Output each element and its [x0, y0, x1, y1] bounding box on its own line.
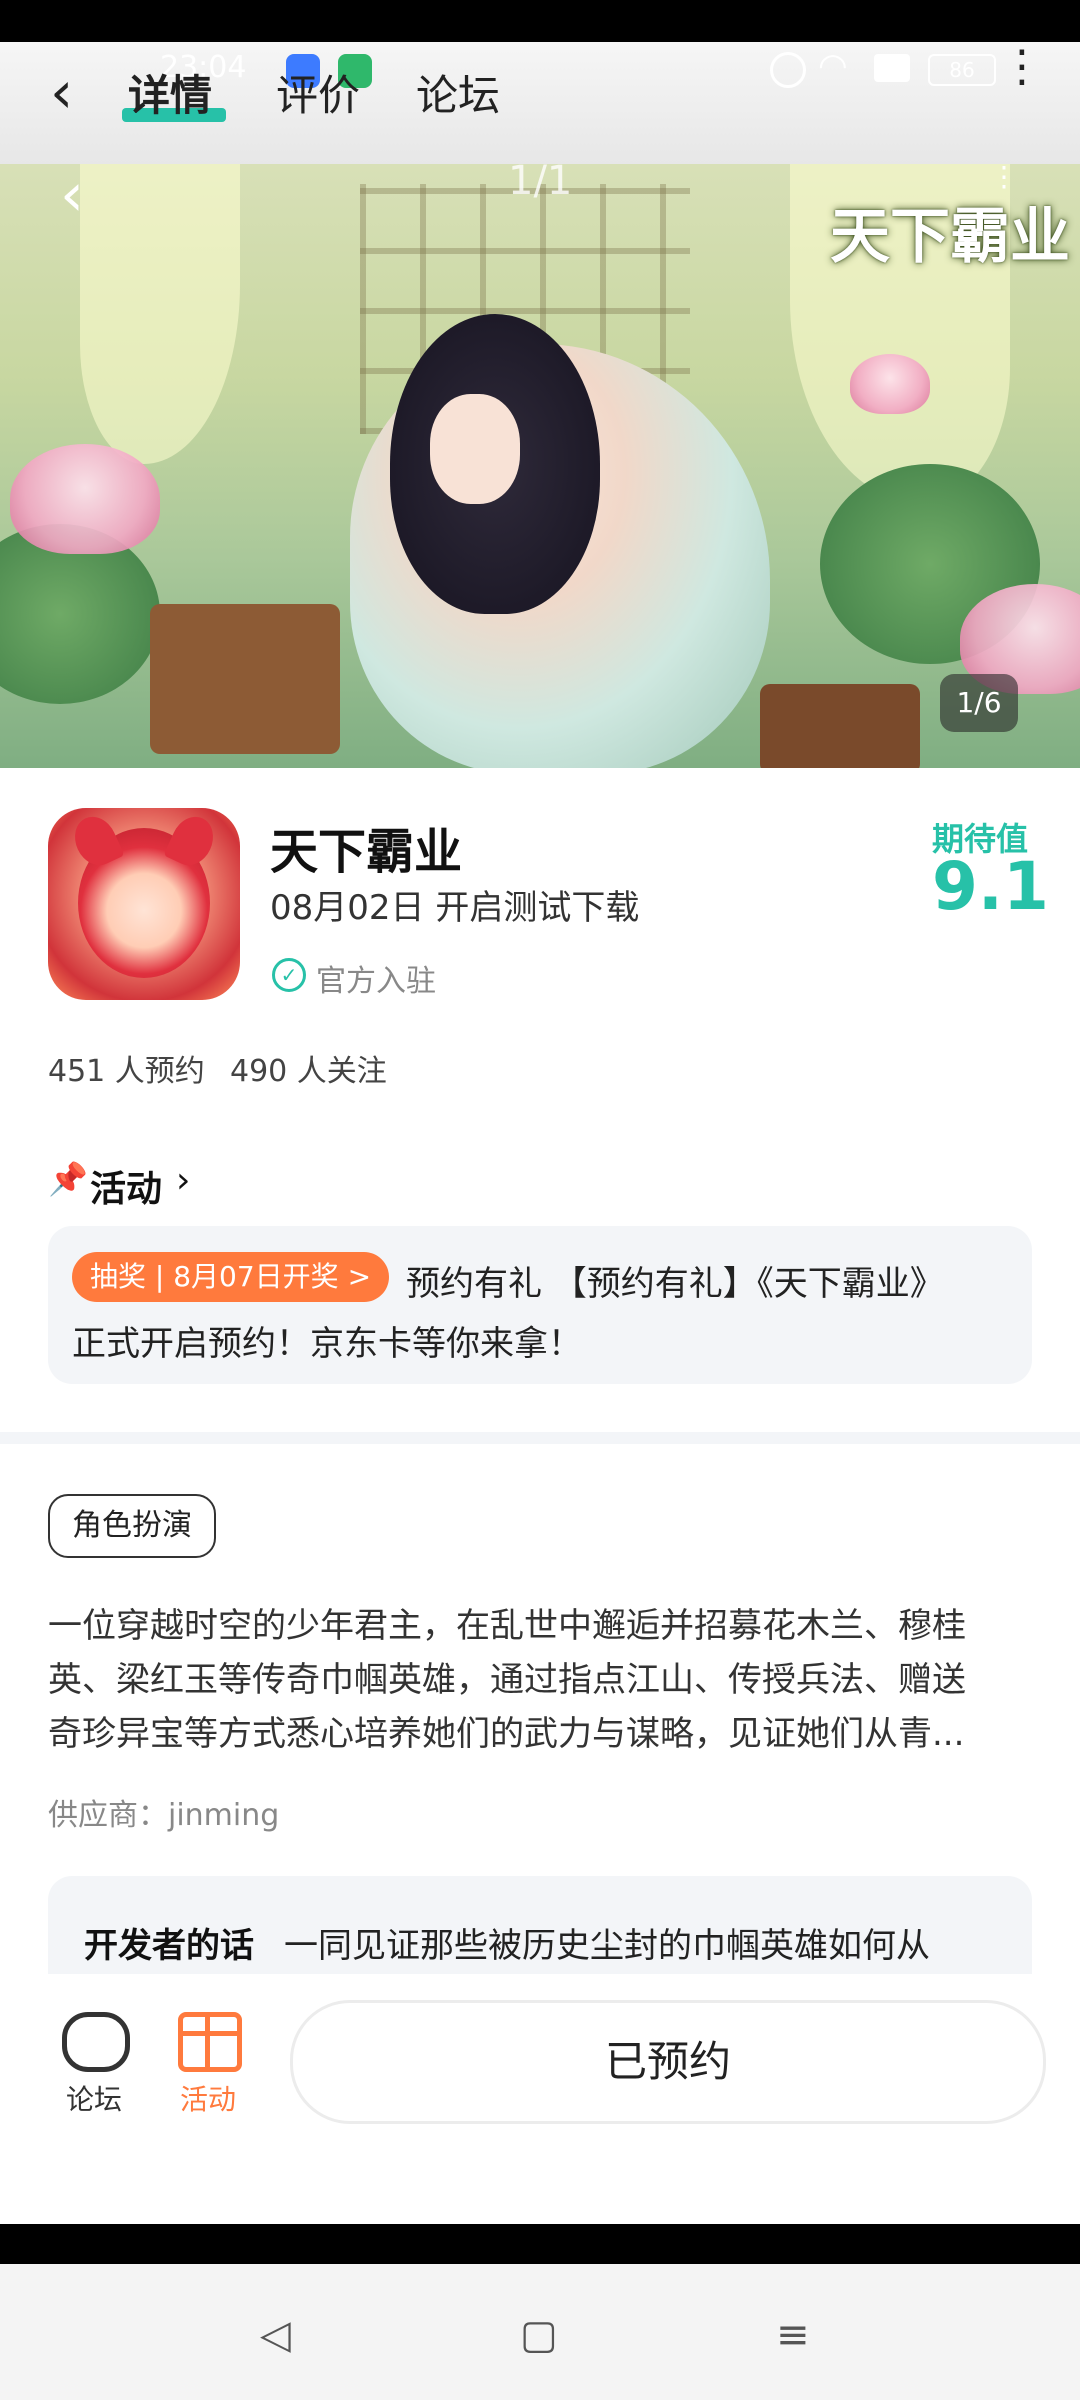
alarm-icon: [770, 52, 806, 88]
game-logo-text: 天下霸业: [830, 202, 1070, 272]
nav-menu-icon[interactable]: ≡: [776, 2312, 810, 2358]
booked-count: 451 人预约: [48, 1054, 205, 1089]
app-title: 天下霸业: [270, 824, 463, 880]
tab-reviews[interactable]: 评价: [276, 62, 360, 123]
wifi-icon: ◠: [818, 46, 848, 86]
gift-icon[interactable]: [178, 2012, 242, 2072]
activity-button-label[interactable]: 活动: [180, 2078, 236, 2118]
activity-text-line2: 正式开启预约！京东卡等你来拿！: [72, 1324, 582, 1364]
nav-back-icon[interactable]: ◁: [260, 2312, 291, 2358]
top-black-strip: [0, 0, 1080, 42]
description-line[interactable]: 奇珍异宝等方式悉心培养她们的武力与谋略，见证她们从青...: [48, 1706, 964, 1755]
description-line: 英、梁红玉等传奇巾帼英雄，通过指点江山、传授兵法、赠送: [48, 1660, 966, 1700]
banner-back-icon[interactable]: ‹: [60, 160, 84, 230]
banner-image-counter: 1/6: [940, 674, 1018, 732]
test-date: 08月02日 开启测试下载: [270, 888, 640, 928]
chevron-right-icon[interactable]: ›: [176, 1160, 190, 1201]
reserved-button[interactable]: 已预约: [290, 2000, 1046, 2124]
banner-more-icon[interactable]: ⋮: [990, 160, 1018, 193]
sim-icon: [874, 54, 910, 82]
pin-icon: 📌: [48, 1160, 88, 1198]
banner-pager-top: 1/1: [508, 158, 573, 204]
expectation-score: 9.1: [932, 848, 1049, 925]
genre-tag[interactable]: 角色扮演: [48, 1494, 216, 1558]
bottom-black-strip: [0, 2224, 1080, 2264]
verified-check-icon: ✓: [272, 958, 306, 992]
back-icon[interactable]: ‹: [50, 58, 73, 126]
developer-note-text: 一同见证那些被历史尘封的巾帼英雄如何从: [284, 1926, 930, 1966]
tab-details[interactable]: 详情: [128, 62, 212, 123]
official-label: 官方入驻: [316, 964, 436, 999]
developer-note-label: 开发者的话: [84, 1926, 254, 1966]
lottery-badge[interactable]: 抽奖 | 8月07日开奖 >: [72, 1252, 390, 1302]
battery-icon: 86: [928, 54, 996, 86]
activity-section-title[interactable]: 活动: [90, 1160, 162, 1212]
forum-button-label[interactable]: 论坛: [66, 2078, 122, 2118]
supplier-text: 供应商：jinming: [48, 1798, 280, 1833]
nav-home-icon[interactable]: ▢: [520, 2312, 558, 2358]
follow-count: 490 人关注: [230, 1054, 387, 1089]
more-menu-icon[interactable]: ⋮: [1000, 45, 1044, 89]
app-icon: [48, 808, 240, 1000]
section-divider: [0, 1432, 1080, 1444]
description-line: 一位穿越时空的少年君主，在乱世中邂逅并招募花木兰、穆桂: [48, 1606, 966, 1646]
tab-forum[interactable]: 论坛: [416, 62, 500, 123]
forum-chat-icon[interactable]: [62, 2012, 130, 2072]
activity-text-line1: 预约有礼 【预约有礼】《天下霸业》: [406, 1264, 944, 1304]
